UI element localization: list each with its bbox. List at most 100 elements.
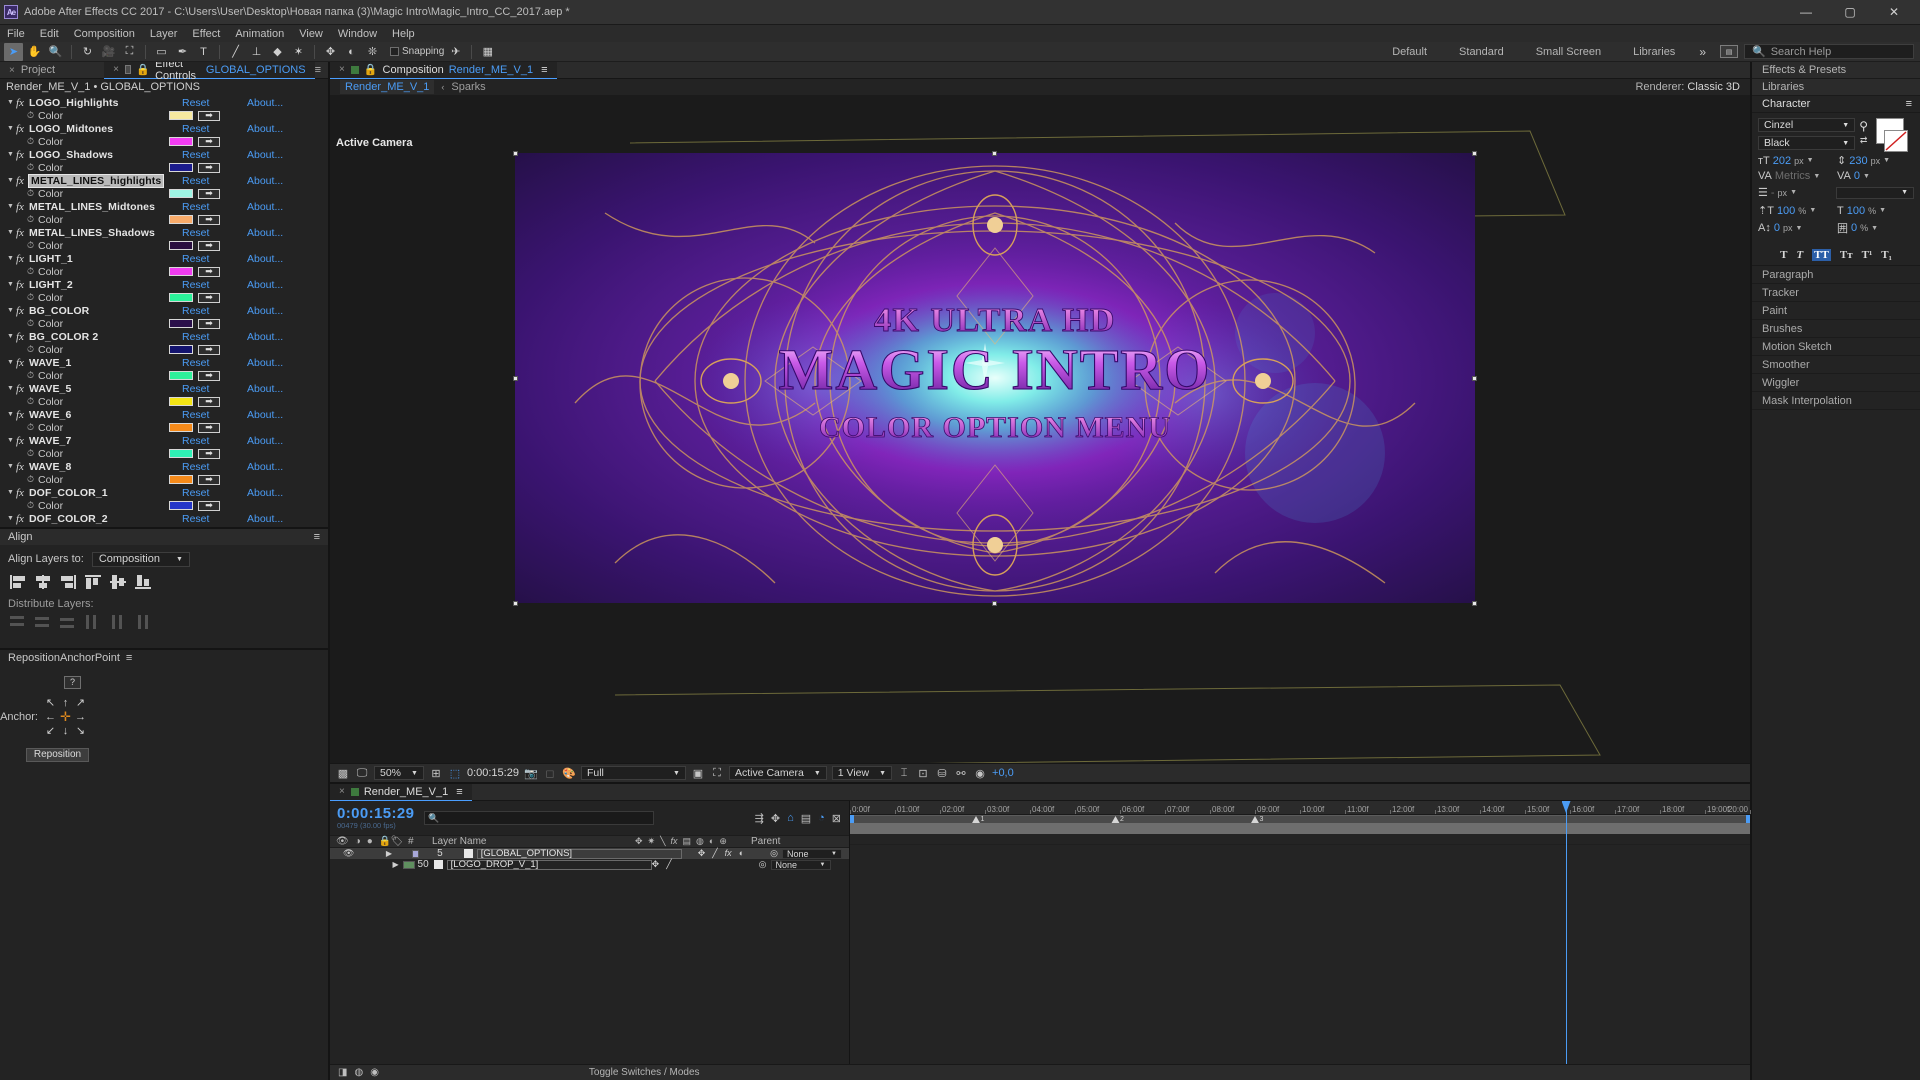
align-horizontal-center-icon[interactable] [35, 574, 51, 589]
font-style-button[interactable]: T [1780, 249, 1787, 261]
disclosure-triangle-icon[interactable]: ▼ [7, 385, 16, 392]
stopwatch-icon[interactable]: ⏱ [27, 188, 38, 199]
selection-handle[interactable] [1472, 376, 1477, 381]
anchor-top-center-icon[interactable]: ↑ [58, 696, 73, 710]
time-ruler[interactable]: 0:00f 01:00f 02:00f 03:00f 04:00f 05:00f 06:00… [850, 801, 1751, 815]
show-snapshot-icon[interactable]: ◻ [543, 767, 557, 780]
menu-animation[interactable]: Animation [233, 28, 286, 40]
effect-about-link[interactable]: About... [247, 461, 283, 473]
effect-name[interactable]: BG_COLOR 2 [29, 331, 98, 343]
effect-row[interactable]: ▼ fx DOF_COLOR_2 Reset About... [0, 512, 328, 525]
effect-reset-link[interactable]: Reset [182, 253, 209, 265]
menu-help[interactable]: Help [390, 28, 417, 40]
leading-control[interactable]: ⇕ 230 px ▼ [1837, 154, 1914, 168]
hide-shy-layers-icon[interactable]: ⊠ [832, 812, 841, 825]
hand-tool-icon[interactable]: ✋ [25, 43, 44, 61]
effect-row[interactable]: ▼ fx LIGHT_2 Reset About... [0, 278, 328, 291]
composition-viewer[interactable]: Active Camera 4K ULTRA HD MAGIC INTRO CO… [330, 95, 1750, 763]
selection-handle[interactable] [513, 151, 518, 156]
tab-effects-presets[interactable]: Effects & Presets [1752, 62, 1920, 79]
menu-layer[interactable]: Layer [148, 28, 180, 40]
align-left-icon[interactable] [10, 574, 26, 589]
clone-stamp-tool-icon[interactable]: ⊥ [247, 43, 266, 61]
effect-color-property-row[interactable]: ⏱Color ➡ [0, 395, 328, 408]
puppet-starch-tool-icon[interactable]: ❊ [363, 43, 382, 61]
eyedropper-icon[interactable]: ➡ [198, 474, 220, 485]
color-swatch[interactable] [169, 397, 193, 406]
layer-name[interactable]: [GLOBAL_OPTIONS] [476, 848, 682, 859]
unified-camera-tool-icon[interactable]: ✈ [446, 43, 465, 61]
effect-about-link[interactable]: About... [247, 279, 283, 291]
effect-about-link[interactable]: About... [247, 149, 283, 161]
eyedropper-icon[interactable]: ➡ [198, 422, 220, 433]
eyedropper-icon[interactable]: ➡ [198, 162, 220, 173]
effect-reset-link[interactable]: Reset [182, 435, 209, 447]
vertical-scale-value[interactable]: 100 [1777, 205, 1795, 217]
quality-toggle-icon[interactable]: ╱ [712, 848, 717, 859]
shy-toggle-icon[interactable]: ✥ [698, 848, 706, 859]
selection-handle[interactable] [1472, 151, 1477, 156]
align-bottom-icon[interactable] [135, 574, 151, 589]
effect-row[interactable]: ▼ fx LIGHT_1 Reset About... [0, 252, 328, 265]
disclosure-triangle-icon[interactable]: ▼ [7, 99, 16, 106]
color-swatch[interactable] [169, 137, 193, 146]
breadcrumb-item-sparks[interactable]: Sparks [451, 81, 485, 93]
puppet-overlap-tool-icon[interactable]: ◐ [342, 43, 361, 61]
chevron-down-icon[interactable]: ▼ [1809, 207, 1816, 214]
grid-guides-icon[interactable]: ⊞ [429, 767, 443, 780]
selection-handle[interactable] [992, 151, 997, 156]
expand-arrow-icon[interactable]: ▶ [382, 860, 403, 869]
anchor-center-icon[interactable]: ✛ [58, 709, 73, 724]
disclosure-triangle-icon[interactable]: ▼ [7, 515, 16, 522]
pan-behind-tool-icon[interactable]: ⛶ [120, 43, 139, 61]
effect-row[interactable]: ▼ fx BG_COLOR 2 Reset About... [0, 330, 328, 343]
stopwatch-icon[interactable]: ⏱ [27, 292, 38, 303]
chevron-down-icon[interactable]: ▼ [1883, 157, 1890, 164]
font-size-control[interactable]: ᴛT 202 px ▼ [1758, 154, 1835, 167]
color-swatch[interactable] [169, 475, 193, 484]
effect-reset-link[interactable]: Reset [182, 201, 209, 213]
right-panel-item[interactable]: Mask Interpolation [1752, 392, 1920, 410]
panel-menu-icon[interactable]: ≡ [315, 64, 328, 76]
font-style-button[interactable]: T [1796, 249, 1803, 261]
effect-reset-link[interactable]: Reset [182, 149, 209, 161]
vertical-scale-control[interactable]: ⇡T 100 % ▼ [1758, 204, 1835, 218]
stroke-width-value[interactable]: - [1771, 187, 1775, 199]
disclosure-triangle-icon[interactable]: ▼ [7, 307, 16, 314]
parent-pickwhip-icon[interactable]: ◎ [770, 848, 778, 859]
effect-row[interactable]: ▼ fx WAVE_8 Reset About... [0, 460, 328, 473]
eyedropper-icon[interactable]: ➡ [198, 396, 220, 407]
layer-switches[interactable]: ✥ ╱ [652, 859, 759, 870]
effect-name[interactable]: METAL_LINES_Shadows [29, 227, 155, 239]
effect-name[interactable]: WAVE_7 [29, 435, 71, 447]
effect-row[interactable]: ▼ fx METAL_LINES_Shadows Reset About... [0, 226, 328, 239]
stopwatch-icon[interactable]: ⏱ [27, 422, 38, 433]
workspace-small-screen[interactable]: Small Screen [1520, 42, 1617, 62]
effect-color-property-row[interactable]: ⏱Color ➡ [0, 499, 328, 512]
baseline-shift-value[interactable]: 0 [1774, 222, 1780, 234]
grid-guides-icon[interactable]: ▦ [478, 43, 497, 61]
menu-composition[interactable]: Composition [72, 28, 137, 40]
effect-row[interactable]: ▼ fx DOF_COLOR_1 Reset About... [0, 486, 328, 499]
anchor-top-right-icon[interactable]: ↗ [73, 696, 88, 710]
camera-view-dropdown[interactable]: Active Camera ▼ [728, 766, 827, 780]
table-row[interactable]: 👁 ▶ 5 [GLOBAL_OPTIONS] ✥ ╱ fx ◐ ◎ None ▼ [330, 848, 849, 859]
effect-row[interactable]: ▼ fx LOGO_Shadows Reset About... [0, 148, 328, 161]
magnification-dropdown[interactable]: 50% ▼ [374, 766, 424, 780]
menu-edit[interactable]: Edit [38, 28, 61, 40]
minimize-button[interactable]: — [1784, 0, 1828, 24]
eyedropper-icon[interactable]: ➡ [198, 214, 220, 225]
effect-name[interactable]: WAVE_5 [29, 383, 71, 395]
stopwatch-icon[interactable]: ⏱ [27, 344, 38, 355]
color-swatch[interactable] [169, 293, 193, 302]
effect-color-property-row[interactable]: ⏱Color ➡ [0, 343, 328, 356]
effect-name[interactable]: LOGO_Shadows [29, 149, 113, 161]
timeline-icon[interactable]: ⛁ [935, 767, 949, 780]
tsume-control[interactable]: 囲 0 % ▼ [1837, 220, 1914, 236]
effect-reset-link[interactable]: Reset [182, 383, 209, 395]
zoom-tool-icon[interactable]: 🔍 [46, 43, 65, 61]
color-swatch[interactable] [169, 215, 193, 224]
effect-name[interactable]: LOGO_Highlights [29, 97, 119, 109]
color-swatch[interactable] [169, 449, 193, 458]
eyedropper-icon[interactable]: ➡ [198, 500, 220, 511]
